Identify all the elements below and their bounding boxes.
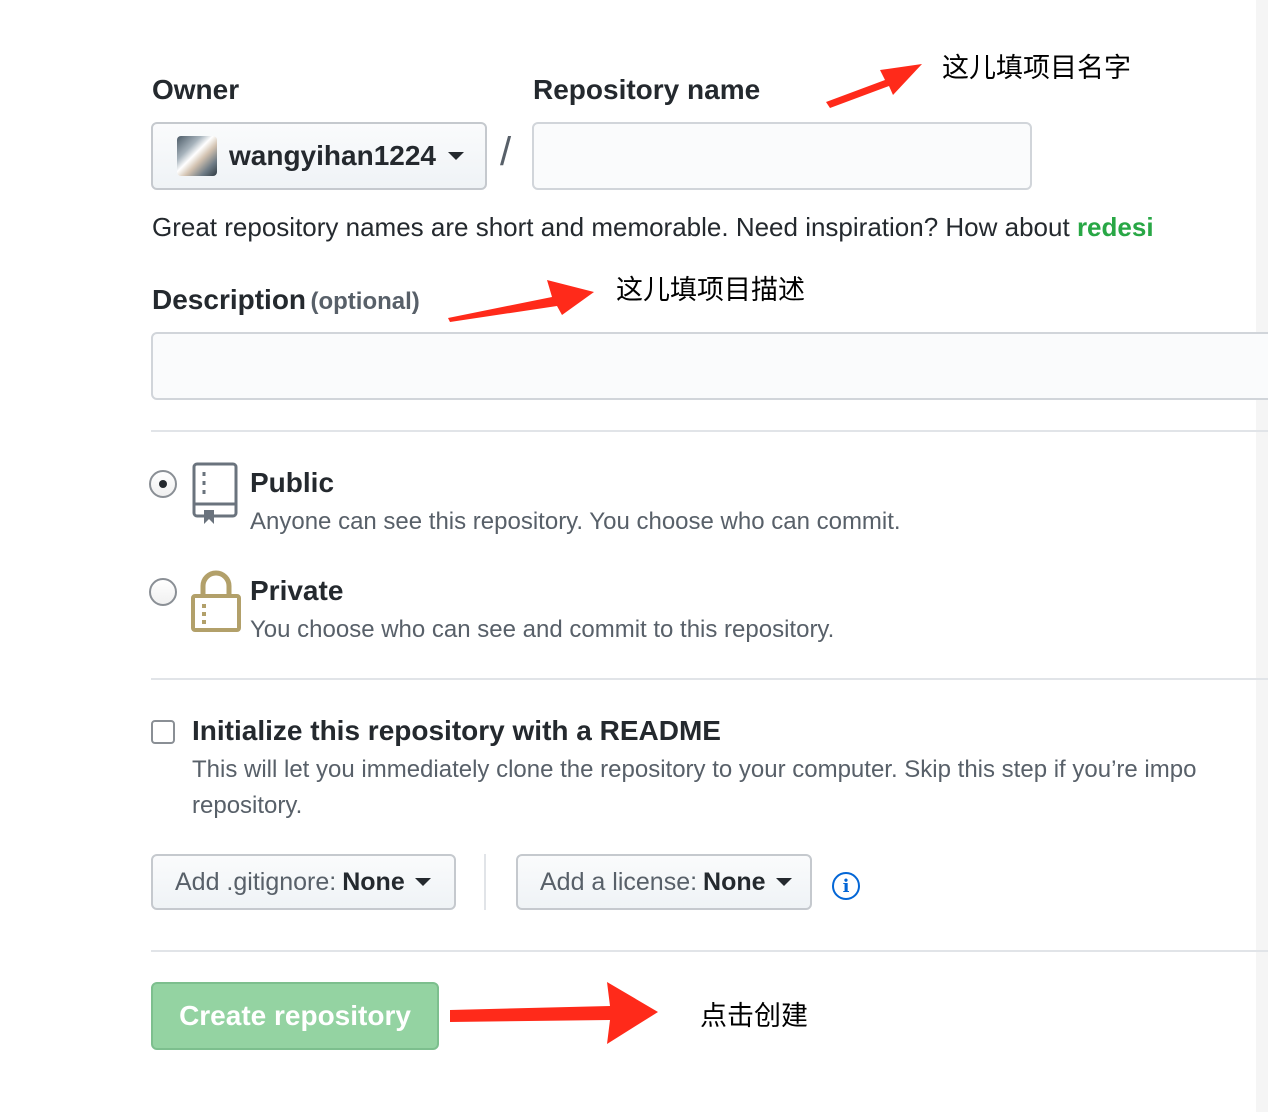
annotation-description-note: 这儿填项目描述 — [616, 275, 805, 306]
annotation-repo-name-note: 这儿填项目名字 — [942, 53, 1131, 84]
arrow-to-create-button — [450, 982, 658, 1044]
annotation-arrows-layer — [448, 64, 922, 1044]
annotation-create-note: 点击创建 — [700, 1001, 808, 1032]
arrow-to-repo-name — [826, 64, 922, 108]
arrow-to-description — [448, 280, 594, 322]
